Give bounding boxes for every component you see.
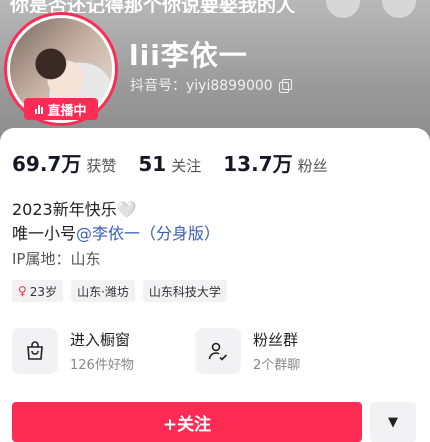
live-badge[interactable]: 直播中 xyxy=(24,98,98,120)
fans-group-icon xyxy=(195,328,241,374)
stat-likes[interactable]: 69.7万 获赞 xyxy=(12,148,116,177)
follow-button[interactable]: +关注 xyxy=(12,402,362,442)
bio: 2023新年快乐🤍 唯一小号@李依一（分身版） xyxy=(12,198,220,246)
stat-likes-label: 获赞 xyxy=(86,157,117,175)
stat-following-value: 51 xyxy=(138,152,167,176)
more-options-button[interactable]: ▼ xyxy=(370,402,416,442)
shop-window-sub: 126件好物 xyxy=(70,358,134,373)
profile-card: 69.7万 获赞 51 关注 13.7万 粉丝 2023新年快乐🤍 唯一小号@李… xyxy=(0,128,430,442)
bio-mention-link[interactable]: @李依一（分身版） xyxy=(76,224,220,243)
more-menu-button[interactable] xyxy=(382,0,416,18)
bio-line-1: 2023新年快乐🤍 xyxy=(12,200,137,219)
fans-group-entry[interactable]: 粉丝群 2个群聊 xyxy=(195,328,360,374)
female-icon: ♀ xyxy=(18,284,27,298)
stats-row: 69.7万 获赞 51 关注 13.7万 粉丝 xyxy=(12,148,350,177)
profile-header: 你是否还记得那个你说要娶我的人 直播中 lii李依一 抖音号：yiyi88990… xyxy=(0,0,430,145)
stat-following-label: 关注 xyxy=(171,157,202,175)
stat-likes-value: 69.7万 xyxy=(12,152,82,176)
shopping-bag-icon xyxy=(12,328,58,374)
live-bars-icon xyxy=(35,104,44,114)
ip-location: IP属地：山东 xyxy=(12,250,101,268)
stat-fans[interactable]: 13.7万 粉丝 xyxy=(223,148,327,177)
shop-window-title: 进入橱窗 xyxy=(70,331,131,349)
live-badge-label: 直播中 xyxy=(47,103,87,119)
tag-school[interactable]: 山东科技大学 xyxy=(142,280,227,302)
caret-down-icon: ▼ xyxy=(388,414,398,430)
bio-line-2: 唯一小号@李依一（分身版） xyxy=(12,222,220,246)
entry-row: 进入橱窗 126件好物 粉丝群 2个群聊 xyxy=(12,328,360,374)
tag-age-label: 23岁 xyxy=(29,284,58,299)
fans-group-sub: 2个群聊 xyxy=(253,358,301,373)
douyin-id-row[interactable]: 抖音号：yiyi8899000 xyxy=(130,75,292,95)
search-button[interactable] xyxy=(326,0,360,18)
fans-group-title: 粉丝群 xyxy=(253,331,299,349)
tag-location: 山东·潍坊 xyxy=(71,280,135,302)
shop-window-entry[interactable]: 进入橱窗 126件好物 xyxy=(12,328,177,374)
profile-name: lii李依一 xyxy=(129,39,248,72)
douyin-id: 抖音号：yiyi8899000 xyxy=(130,78,273,94)
tag-age: ♀ 23岁 xyxy=(12,280,64,302)
tags-row: ♀ 23岁 山东·潍坊 山东科技大学 xyxy=(12,280,227,302)
stat-fans-value: 13.7万 xyxy=(223,152,293,176)
bio-line-2-prefix: 唯一小号 xyxy=(12,224,77,243)
tag-school-label: 山东科技大学 xyxy=(148,284,221,299)
tag-location-label: 山东·潍坊 xyxy=(77,284,129,299)
stat-fans-label: 粉丝 xyxy=(297,157,328,175)
stat-following[interactable]: 51 关注 xyxy=(138,152,201,176)
copy-icon[interactable] xyxy=(278,79,292,93)
